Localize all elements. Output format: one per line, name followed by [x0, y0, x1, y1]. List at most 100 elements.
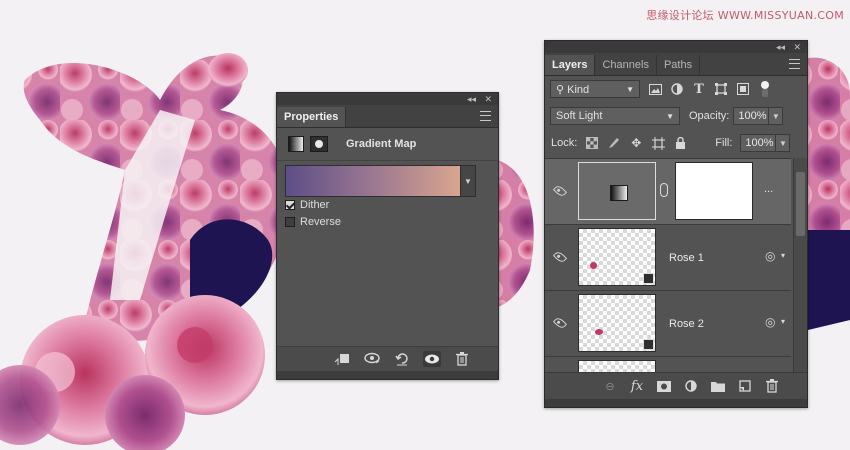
- lock-row: Lock: ✥ Fill: 100% ▼: [551, 134, 807, 152]
- gradient-map-icon[interactable]: [288, 136, 304, 152]
- fill-control: 100% ▼: [740, 134, 791, 152]
- lock-label: Lock:: [551, 137, 578, 149]
- dither-label: Dither: [300, 199, 330, 211]
- layer-thumbnail[interactable]: [578, 228, 656, 286]
- rose-thumbnail-icon: [595, 329, 603, 335]
- layer-row-rose-1[interactable]: Rose 1 ◎ ▾: [545, 225, 791, 291]
- layer-name[interactable]: Rose 2: [669, 318, 704, 330]
- layers-panel: ◂◂ ✕ Layers Channels Paths ⚲ Kind ▼ T So…: [544, 40, 808, 408]
- collapse-icon[interactable]: ◂◂: [776, 41, 785, 53]
- layers-tabbar: Layers Channels Paths: [545, 53, 807, 76]
- layer-row-gradient-map[interactable]: ...: [545, 159, 791, 225]
- new-layer-icon[interactable]: [738, 379, 752, 393]
- chevron-down-icon[interactable]: ▼: [769, 107, 784, 125]
- eye-icon[interactable]: [552, 249, 568, 265]
- trash-icon[interactable]: [765, 379, 779, 393]
- chevron-down-icon: ▼: [626, 84, 634, 94]
- opacity-input[interactable]: 100%: [733, 107, 770, 125]
- fx-icon[interactable]: fx: [630, 379, 644, 394]
- smart-filter-icon[interactable]: ◎: [765, 315, 775, 329]
- properties-footer: [277, 346, 498, 371]
- smart-object-badge-icon: [643, 273, 654, 284]
- adjustment-more-text: ...: [764, 183, 774, 195]
- smart-filter-icon[interactable]: ◎: [765, 249, 775, 263]
- dither-option[interactable]: Dither: [285, 198, 329, 212]
- new-adjustment-icon[interactable]: [684, 379, 698, 393]
- panel-topbar[interactable]: ◂◂ ✕: [545, 41, 807, 53]
- chevron-down-icon[interactable]: ▾: [781, 317, 785, 326]
- dither-checkbox[interactable]: [285, 200, 295, 210]
- kind-filter-select[interactable]: ⚲ Kind ▼: [550, 80, 640, 98]
- reset-icon[interactable]: [393, 351, 411, 367]
- chevron-down-icon: ▼: [666, 111, 674, 121]
- rose-thumbnail-icon: [590, 262, 597, 269]
- smart-object-badge-icon: [643, 339, 654, 350]
- adjustment-thumbnail[interactable]: [578, 162, 656, 220]
- chevron-down-icon[interactable]: ▾: [781, 251, 785, 260]
- reverse-label: Reverse: [300, 216, 341, 228]
- gradient-picker[interactable]: ▼: [285, 165, 476, 197]
- artboard-icon[interactable]: [651, 136, 665, 150]
- view-previous-icon[interactable]: [363, 351, 381, 367]
- close-icon[interactable]: ✕: [793, 41, 801, 53]
- search-icon: ⚲: [556, 83, 565, 96]
- page-title: Gradient Map: [346, 138, 417, 150]
- chevron-down-icon[interactable]: ▼: [460, 166, 475, 196]
- properties-header: Gradient Map: [277, 128, 498, 161]
- trash-icon[interactable]: [453, 351, 471, 367]
- clip-to-layer-icon[interactable]: [333, 351, 351, 367]
- lock-pixels-icon[interactable]: [607, 136, 621, 150]
- tab-properties[interactable]: Properties: [277, 107, 347, 127]
- reverse-option[interactable]: Reverse: [285, 215, 341, 229]
- kind-filter-label: Kind: [567, 83, 590, 96]
- visibility-icon[interactable]: [423, 351, 441, 367]
- lock-transparent-icon[interactable]: [585, 136, 599, 150]
- eye-icon[interactable]: [552, 183, 568, 199]
- pixel-filter-icon[interactable]: [648, 82, 662, 96]
- lock-all-icon[interactable]: [673, 136, 687, 150]
- panel-topbar[interactable]: ◂◂ ✕: [277, 93, 498, 105]
- fill-input[interactable]: 100%: [740, 134, 777, 152]
- layer-thumbnail[interactable]: [578, 294, 656, 352]
- shape-filter-icon[interactable]: [714, 82, 728, 96]
- scrollbar-thumb[interactable]: [796, 172, 805, 236]
- adjustment-filter-icon[interactable]: [670, 82, 684, 96]
- layer-row-rose-2[interactable]: Rose 2 ◎ ▾: [545, 291, 791, 357]
- add-mask-icon[interactable]: [657, 379, 671, 393]
- mask-thumbnail[interactable]: [675, 162, 753, 220]
- link-icon[interactable]: [660, 183, 668, 197]
- tab-paths[interactable]: Paths: [657, 55, 701, 75]
- type-filter-icon[interactable]: T: [692, 82, 706, 97]
- smart-object-filter-icon[interactable]: [736, 82, 750, 96]
- gradient-preview-bar[interactable]: [286, 166, 460, 196]
- layer-name[interactable]: Rose 1: [669, 252, 704, 264]
- gradient-map-icon: [610, 185, 628, 201]
- chevron-down-icon[interactable]: ▼: [776, 134, 791, 152]
- layers-list: ... Rose 1 ◎ ▾ Rose 2 ◎ ▾: [545, 158, 791, 374]
- layers-scrollbar[interactable]: [793, 158, 807, 373]
- folder-icon[interactable]: [711, 379, 725, 393]
- blend-mode-value: Soft Light: [556, 110, 603, 122]
- blend-row: Soft Light ▼ Opacity: 100% ▼: [550, 107, 807, 125]
- panel-menu-icon[interactable]: [789, 59, 800, 69]
- fill-label: Fill:: [715, 137, 733, 149]
- blend-mode-select[interactable]: Soft Light ▼: [550, 107, 680, 125]
- properties-panel: ◂◂ ✕ Properties Gradient Map ▼ Dither Re…: [276, 92, 499, 380]
- layer-mask-icon[interactable]: [310, 136, 328, 152]
- panel-resize-handle[interactable]: [545, 399, 807, 407]
- opacity-label: Opacity:: [689, 110, 730, 122]
- tab-layers[interactable]: Layers: [545, 55, 596, 75]
- panel-menu-icon[interactable]: [480, 111, 491, 121]
- properties-tabbar: Properties: [277, 105, 498, 128]
- eye-icon[interactable]: [552, 315, 568, 331]
- tab-channels[interactable]: Channels: [595, 55, 657, 75]
- filter-toggle-icon[interactable]: [758, 81, 772, 97]
- layer-filter-row: ⚲ Kind ▼ T: [550, 80, 807, 98]
- link-layers-icon[interactable]: ⊖: [603, 379, 617, 393]
- collapse-icon[interactable]: ◂◂: [467, 93, 476, 105]
- panel-resize-handle[interactable]: [277, 371, 498, 379]
- close-icon[interactable]: ✕: [484, 93, 492, 105]
- lock-position-icon[interactable]: ✥: [629, 136, 643, 150]
- reverse-checkbox[interactable]: [285, 217, 295, 227]
- watermark-text: 思缘设计论坛 WWW.MISSYUAN.COM: [646, 9, 844, 22]
